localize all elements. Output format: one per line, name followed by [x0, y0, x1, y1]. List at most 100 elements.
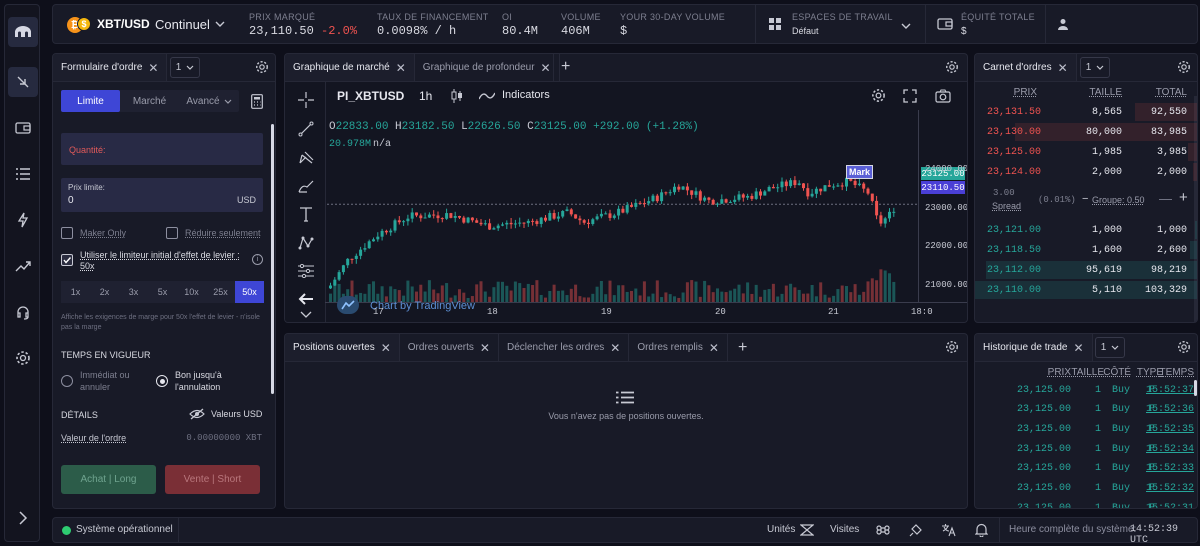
- brush-icon[interactable]: [295, 175, 317, 197]
- leverage-option[interactable]: 3x: [119, 281, 148, 303]
- system-status[interactable]: Système opérationnel: [76, 524, 173, 535]
- leverage-option[interactable]: 50x: [235, 281, 264, 303]
- tif-gtc-radio[interactable]: [156, 375, 168, 387]
- panel-settings-gear-icon[interactable]: [945, 60, 959, 77]
- quantity-input[interactable]: Quantité:: [61, 133, 263, 165]
- buy-long-button[interactable]: Achat | Long: [61, 465, 156, 494]
- paint-bucket-icon[interactable]: [909, 523, 923, 540]
- pitchfork-icon[interactable]: [295, 146, 317, 168]
- order-type-advanced[interactable]: Avancé: [179, 90, 239, 112]
- tradingview-chart[interactable]: PI_XBTUSD 1h Indicators O22833.00 H23182…: [285, 82, 967, 322]
- visits-label[interactable]: Visites: [830, 524, 859, 535]
- order-type-limit[interactable]: Limite: [61, 90, 120, 112]
- leverage-option[interactable]: 2x: [90, 281, 119, 303]
- command-key-icon[interactable]: [876, 523, 890, 540]
- leverage-option[interactable]: 5x: [148, 281, 177, 303]
- leverage-option[interactable]: 10x: [177, 281, 206, 303]
- panel-count-select[interactable]: 1: [1095, 337, 1125, 358]
- indicators-button[interactable]: Indicators: [502, 89, 550, 101]
- tab-trade-history[interactable]: Historique de trade ✕: [975, 334, 1093, 361]
- panel-settings-gear-icon[interactable]: [255, 60, 269, 77]
- chart-symbol[interactable]: PI_XBTUSD: [337, 89, 404, 103]
- tab-filled-orders[interactable]: Ordres remplis ✕: [629, 334, 728, 361]
- tab-open-orders[interactable]: Ordres ouverts ✕: [400, 334, 499, 361]
- group-decrease-icon[interactable]: −: [1082, 193, 1088, 205]
- panel-settings-gear-icon[interactable]: [945, 340, 959, 357]
- list-icon[interactable]: [8, 159, 38, 189]
- wallet-icon[interactable]: [8, 113, 38, 143]
- notification-bell-icon[interactable]: [974, 523, 989, 540]
- limit-price-input[interactable]: Prix limite: 0 USD: [61, 178, 263, 212]
- tab-order-form[interactable]: Formulaire d'ordre ✕: [53, 54, 168, 81]
- chart-settings-gear-icon[interactable]: [871, 88, 886, 106]
- close-icon[interactable]: ✕: [396, 61, 406, 75]
- panel-settings-gear-icon[interactable]: [1177, 340, 1191, 357]
- units-label[interactable]: Unités: [767, 524, 795, 535]
- candle-type-icon[interactable]: [451, 89, 463, 106]
- maker-only-checkbox[interactable]: [61, 227, 73, 239]
- add-tab-plus-icon[interactable]: +: [738, 339, 747, 357]
- order-type-market[interactable]: Marché: [120, 90, 179, 112]
- user-icon[interactable]: [1057, 18, 1069, 33]
- tab-order-book[interactable]: Carnet d'ordres ✕: [975, 54, 1077, 81]
- tab-open-positions[interactable]: Positions ouvertes ✕: [285, 334, 400, 361]
- reduce-only-checkbox[interactable]: [166, 227, 178, 239]
- close-icon[interactable]: ✕: [480, 341, 490, 355]
- tif-ioc-radio[interactable]: [61, 375, 73, 387]
- add-tab-plus-icon[interactable]: +: [561, 58, 570, 76]
- leverage-option[interactable]: 1x: [61, 281, 90, 303]
- candlestick-series[interactable]: [327, 154, 917, 302]
- ask-row[interactable]: 23,130.00 80,000 83,985: [975, 122, 1197, 142]
- pattern-icon[interactable]: [295, 232, 317, 254]
- group-plus-icon[interactable]: +: [1179, 189, 1188, 206]
- sell-short-button[interactable]: Vente | Short: [165, 465, 260, 494]
- trend-line-icon[interactable]: [295, 118, 317, 140]
- tab-depth-chart[interactable]: Graphique de profondeur ✕: [415, 54, 560, 81]
- chart-interval[interactable]: 1h: [419, 89, 432, 103]
- ask-row[interactable]: 23,124.00 2,000 2,000: [975, 162, 1197, 182]
- close-icon[interactable]: ✕: [541, 61, 551, 75]
- close-icon[interactable]: ✕: [1074, 341, 1084, 355]
- bid-row[interactable]: 23,110.00 5,110 103,329: [975, 280, 1197, 300]
- close-icon[interactable]: ✕: [1058, 61, 1068, 75]
- expand-chevron-icon[interactable]: [8, 503, 38, 533]
- contract-type[interactable]: Continuel: [155, 17, 210, 32]
- settings-gear-icon[interactable]: [8, 343, 38, 373]
- info-icon[interactable]: i: [252, 254, 263, 265]
- group-label[interactable]: Groupe: 0.50: [1092, 195, 1145, 205]
- leverage-option[interactable]: 25x: [206, 281, 235, 303]
- crosshair-icon[interactable]: [295, 89, 317, 111]
- text-tool-icon[interactable]: [295, 203, 317, 225]
- bid-row[interactable]: 23,112.00 95,619 98,219: [975, 260, 1197, 280]
- close-icon[interactable]: ✕: [610, 341, 620, 355]
- panel-count-select[interactable]: 1: [1080, 57, 1110, 78]
- fib-tool-icon[interactable]: [295, 260, 317, 282]
- workspace-chevron-down-icon[interactable]: [901, 21, 911, 33]
- calculator-icon[interactable]: [251, 94, 263, 112]
- support-icon[interactable]: [8, 297, 38, 327]
- close-icon[interactable]: ✕: [148, 61, 158, 75]
- workspace-selector[interactable]: ESPACES DE TRAVAIL Défaut: [792, 12, 893, 36]
- bid-row[interactable]: 23,118.50 1,600 2,600: [975, 240, 1197, 260]
- lightning-icon[interactable]: [8, 205, 38, 235]
- eye-hidden-icon[interactable]: [189, 408, 205, 423]
- trend-icon[interactable]: [8, 251, 38, 281]
- tab-trigger-orders[interactable]: Déclencher les ordres ✕: [499, 334, 630, 361]
- panel-settings-gear-icon[interactable]: [1177, 60, 1191, 77]
- logo-icon[interactable]: [8, 17, 38, 47]
- bid-row[interactable]: 23,121.00 1,000 1,000: [975, 220, 1197, 240]
- panel-count-select[interactable]: 1: [170, 57, 200, 78]
- close-icon[interactable]: ✕: [709, 341, 719, 355]
- indicators-icon[interactable]: [478, 91, 496, 104]
- fullscreen-icon[interactable]: [903, 89, 917, 106]
- leverage-limiter-checkbox[interactable]: [61, 254, 73, 266]
- ask-row[interactable]: 23,131.50 8,565 92,550: [975, 102, 1197, 122]
- camera-icon[interactable]: [935, 89, 951, 106]
- units-icon[interactable]: [799, 523, 815, 540]
- translate-icon[interactable]: [941, 523, 956, 540]
- chevron-down-icon[interactable]: [295, 304, 317, 322]
- close-icon[interactable]: ✕: [381, 341, 391, 355]
- usd-values-toggle[interactable]: Valeurs USD: [211, 409, 262, 419]
- ask-row[interactable]: 23,125.00 1,985 3,985: [975, 142, 1197, 162]
- group-minus-icon[interactable]: —: [1159, 191, 1172, 206]
